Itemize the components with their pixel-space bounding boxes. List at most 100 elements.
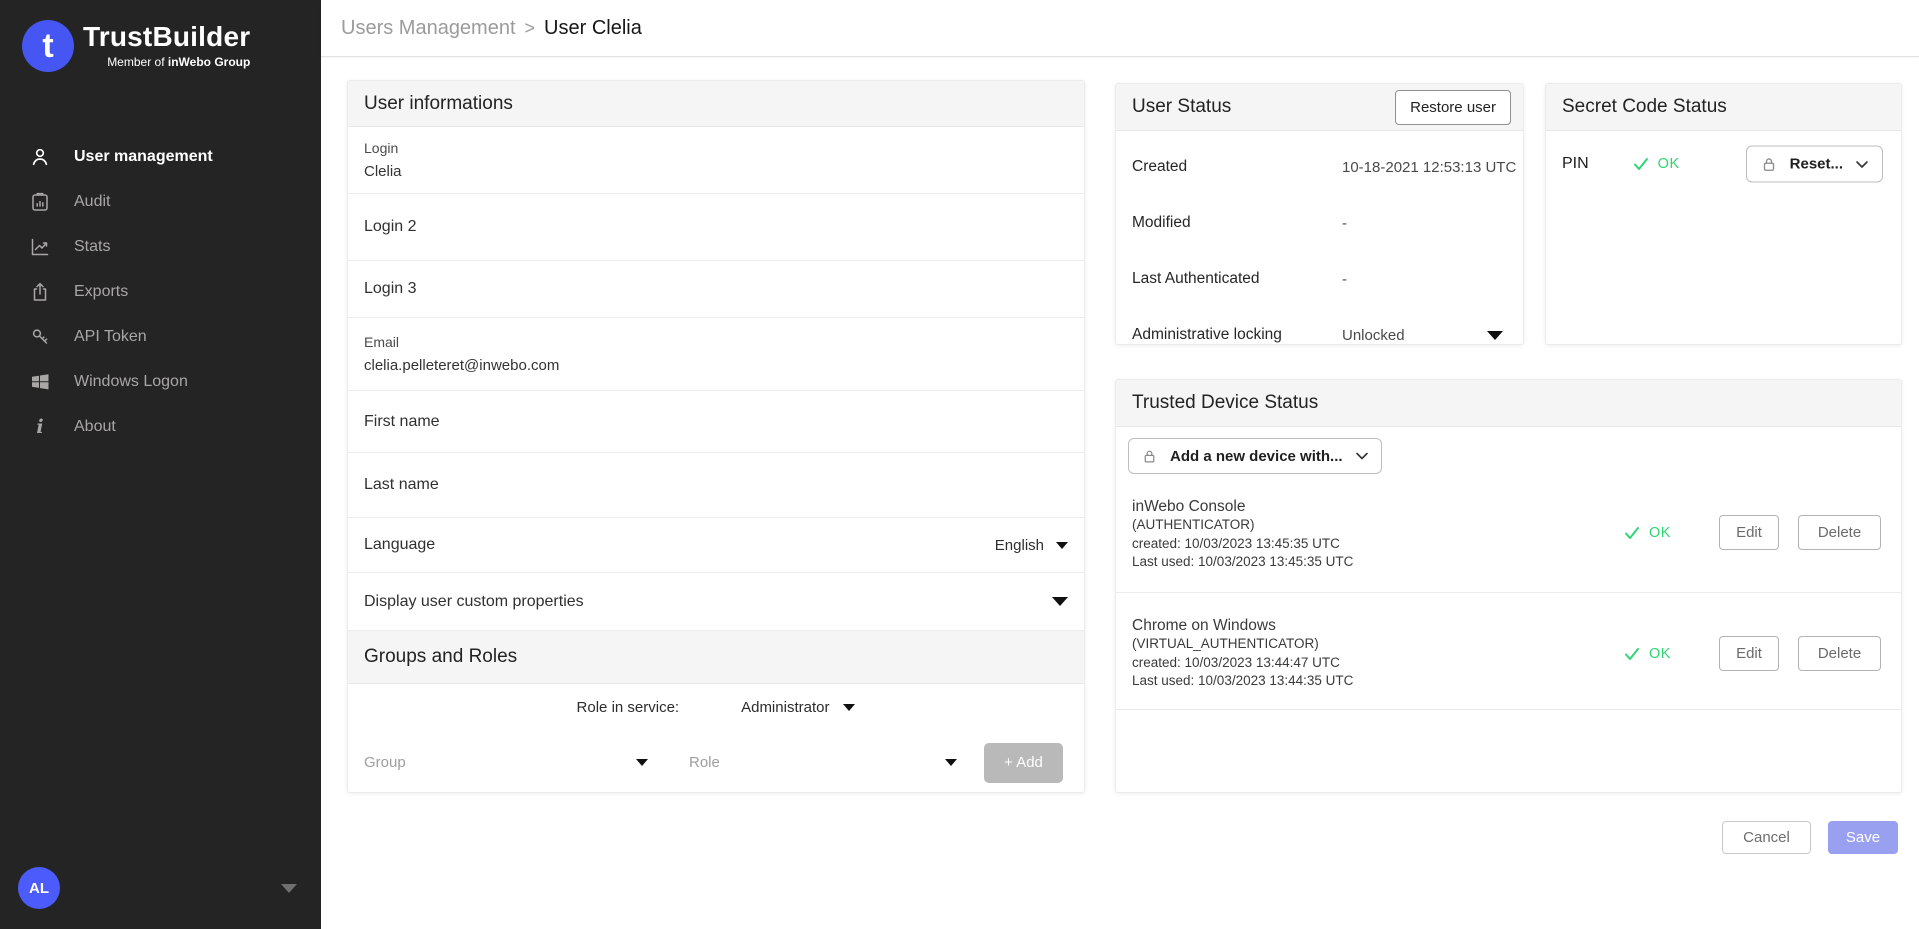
pin-row: PIN OK Reset... — [1546, 131, 1901, 197]
brand-tagline: Member of inWebo Group — [83, 55, 250, 69]
user-icon — [28, 145, 52, 169]
locking-dropdown-arrow-icon[interactable] — [1487, 331, 1503, 340]
pin-status: OK — [1633, 156, 1680, 172]
sidebar-item-label: Windows Logon — [74, 373, 188, 391]
login-value[interactable]: Clelia — [364, 163, 1068, 180]
sidebar-item-exports[interactable]: Exports — [0, 269, 321, 314]
check-icon — [1624, 647, 1640, 661]
role-dropdown-arrow-icon[interactable] — [843, 704, 855, 711]
pin-label: PIN — [1562, 155, 1589, 173]
device-created: created: 10/03/2023 13:44:47 UTC — [1132, 654, 1353, 673]
device-type: (VIRTUAL_AUTHENTICATOR) — [1132, 635, 1353, 654]
administrative-locking-value[interactable]: Unlocked — [1342, 327, 1405, 344]
user-status-header: User Status Restore user — [1116, 84, 1523, 131]
restore-user-button[interactable]: Restore user — [1395, 90, 1511, 125]
sidebar-item-label: User management — [74, 148, 213, 166]
language-select[interactable]: English — [995, 537, 1068, 554]
check-icon — [1624, 526, 1640, 540]
save-button[interactable]: Save — [1828, 821, 1898, 854]
main-content: User informations Login Clelia Login 2 L… — [321, 58, 1919, 929]
avatar[interactable]: AL — [18, 867, 60, 909]
device-status-text: OK — [1649, 646, 1671, 662]
device-last-used: Last used: 10/03/2023 13:44:35 UTC — [1132, 672, 1353, 691]
breadcrumb-parent[interactable]: Users Management — [341, 17, 516, 40]
first-name-field[interactable]: First name — [348, 391, 1084, 453]
secret-code-status-card: Secret Code Status PIN OK Reset... — [1545, 83, 1902, 345]
login-field[interactable]: Login Clelia — [348, 127, 1084, 194]
cancel-button[interactable]: Cancel — [1722, 821, 1811, 854]
custom-properties-row[interactable]: Display user custom properties — [348, 573, 1084, 631]
email-value[interactable]: clelia.pelleteret@inwebo.com — [364, 357, 1068, 374]
groups-and-roles-title: Groups and Roles — [348, 631, 1084, 684]
sidebar-item-user-management[interactable]: User management — [0, 134, 321, 179]
email-field[interactable]: Email clelia.pelleteret@inwebo.com — [348, 318, 1084, 391]
dropdown-arrow-icon — [636, 759, 648, 766]
device-status-text: OK — [1649, 525, 1671, 541]
topbar: Users Management > User Clelia — [321, 0, 1919, 57]
dropdown-arrow-icon — [945, 759, 957, 766]
group-role-add-row: Group Role + Add — [348, 731, 1084, 794]
language-value: English — [995, 537, 1044, 554]
language-label: Language — [364, 536, 435, 554]
created-label: Created — [1132, 158, 1187, 176]
secret-code-status-title: Secret Code Status — [1546, 84, 1901, 131]
check-icon — [1633, 157, 1649, 171]
role-in-service-row: Role in service: Administrator — [348, 684, 1084, 731]
last-name-field[interactable]: Last name — [348, 453, 1084, 518]
add-new-device-button[interactable]: Add a new device with... — [1128, 438, 1382, 474]
role-select[interactable]: Role — [689, 754, 957, 771]
trustbuilder-logo-icon: t — [22, 20, 74, 72]
sidebar-item-api-token[interactable]: API Token — [0, 314, 321, 359]
sidebar-item-about[interactable]: i About — [0, 404, 321, 449]
sidebar-menu: User management Audit Stats — [0, 134, 321, 449]
brand-name: TrustBuilder — [83, 22, 250, 53]
group-select[interactable]: Group — [364, 754, 648, 771]
delete-device-button[interactable]: Delete — [1798, 636, 1881, 671]
lock-icon — [1141, 448, 1158, 465]
windows-icon — [28, 370, 52, 394]
reset-button-label: Reset... — [1790, 156, 1843, 173]
sidebar-item-windows-logon[interactable]: Windows Logon — [0, 359, 321, 404]
login2-field[interactable]: Login 2 — [348, 194, 1084, 261]
chevron-down-icon — [1855, 159, 1869, 169]
sidebar-item-stats[interactable]: Stats — [0, 224, 321, 269]
language-row: Language English — [348, 518, 1084, 573]
role-placeholder: Role — [689, 754, 720, 771]
last-authenticated-value: - — [1342, 271, 1347, 288]
add-group-role-button[interactable]: + Add — [984, 743, 1063, 783]
sidebar-item-label: Audit — [74, 193, 110, 211]
login-label: Login — [364, 140, 1068, 156]
edit-device-button[interactable]: Edit — [1719, 515, 1779, 550]
stats-icon — [28, 235, 52, 259]
administrative-locking-label: Administrative locking — [1132, 326, 1282, 344]
reset-pin-button[interactable]: Reset... — [1746, 146, 1883, 183]
sidebar-item-label: About — [74, 418, 116, 436]
key-icon — [28, 325, 52, 349]
chevron-down-icon — [1355, 451, 1369, 461]
chevron-down-icon[interactable] — [281, 884, 297, 893]
breadcrumb-separator: > — [525, 18, 536, 39]
user-status-title: User Status — [1132, 96, 1231, 118]
created-value: 10-18-2021 12:53:13 UTC — [1342, 159, 1516, 176]
role-in-service-value[interactable]: Administrator — [741, 699, 829, 716]
user-informations-card: User informations Login Clelia Login 2 L… — [347, 80, 1085, 793]
device-info: Chrome on Windows (VIRTUAL_AUTHENTICATOR… — [1132, 616, 1353, 691]
pin-status-text: OK — [1658, 156, 1680, 172]
email-label: Email — [364, 334, 1068, 350]
delete-device-button[interactable]: Delete — [1798, 515, 1881, 550]
last-name-label: Last name — [364, 476, 1068, 494]
last-authenticated-label: Last Authenticated — [1132, 270, 1260, 288]
lock-icon — [1760, 155, 1778, 173]
edit-device-button[interactable]: Edit — [1719, 636, 1779, 671]
created-row: Created 10-18-2021 12:53:13 UTC — [1116, 139, 1523, 195]
login3-field[interactable]: Login 3 — [348, 261, 1084, 318]
role-in-service-label: Role in service: — [577, 699, 680, 716]
device-created: created: 10/03/2023 13:45:35 UTC — [1132, 535, 1353, 554]
info-icon: i — [28, 415, 52, 439]
sidebar: t TrustBuilder Member of inWebo Group Us… — [0, 0, 321, 929]
login3-label: Login 3 — [364, 280, 1068, 298]
device-type: (AUTHENTICATOR) — [1132, 516, 1353, 535]
sidebar-item-audit[interactable]: Audit — [0, 179, 321, 224]
device-name: Chrome on Windows — [1132, 616, 1353, 635]
audit-icon — [28, 190, 52, 214]
